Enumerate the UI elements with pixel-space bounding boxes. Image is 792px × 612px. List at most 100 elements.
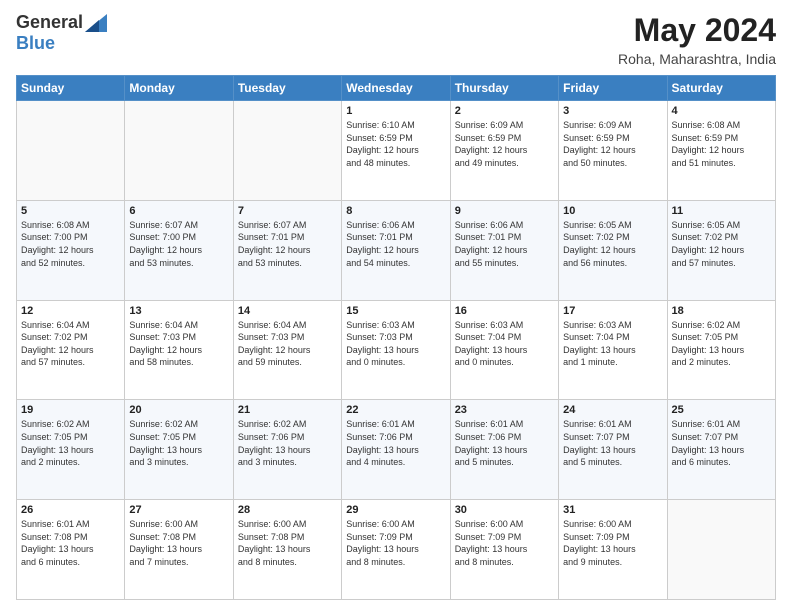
day-number: 30 [455, 504, 554, 516]
logo-general-text: General [16, 12, 83, 33]
day-number: 25 [672, 404, 771, 416]
calendar-cell [17, 101, 125, 201]
calendar-cell: 25 Sunrise: 6:01 AM Sunset: 7:07 PM Dayli… [667, 400, 775, 500]
calendar-table: SundayMondayTuesdayWednesdayThursdayFrid… [16, 75, 776, 600]
day-info: Sunrise: 6:01 AM Sunset: 7:07 PM Dayligh… [672, 418, 771, 468]
calendar-cell: 23 Sunrise: 6:01 AM Sunset: 7:06 PM Dayli… [450, 400, 558, 500]
day-number: 4 [672, 105, 771, 117]
day-info: Sunrise: 6:03 AM Sunset: 7:03 PM Dayligh… [346, 319, 445, 369]
page: General Blue May 2024 Roha, Maharashtra,… [0, 0, 792, 612]
day-number: 5 [21, 205, 120, 217]
calendar-cell: 20 Sunrise: 6:02 AM Sunset: 7:05 PM Dayli… [125, 400, 233, 500]
calendar-cell: 7Sunrise: 6:07 AM Sunset: 7:01 PM Daylig… [233, 200, 341, 300]
calendar-day-header: Wednesday [342, 76, 450, 101]
calendar-cell: 21 Sunrise: 6:02 AM Sunset: 7:06 PM Dayli… [233, 400, 341, 500]
day-info: Sunrise: 6:02 AM Sunset: 7:05 PM Dayligh… [21, 418, 120, 468]
day-info: Sunrise: 6:06 AM Sunset: 7:01 PM Dayligh… [346, 219, 445, 269]
day-info: Sunrise: 6:00 AM Sunset: 7:08 PM Dayligh… [238, 518, 337, 568]
location: Roha, Maharashtra, India [618, 51, 776, 67]
day-number: 21 [238, 404, 337, 416]
day-number: 8 [346, 205, 445, 217]
day-number: 9 [455, 205, 554, 217]
day-info: Sunrise: 6:05 AM Sunset: 7:02 PM Dayligh… [563, 219, 662, 269]
day-info: Sunrise: 6:06 AM Sunset: 7:01 PM Dayligh… [455, 219, 554, 269]
calendar-cell: 17Sunrise: 6:03 AM Sunset: 7:04 PM Dayli… [559, 300, 667, 400]
day-info: Sunrise: 6:01 AM Sunset: 7:08 PM Dayligh… [21, 518, 120, 568]
day-info: Sunrise: 6:04 AM Sunset: 7:03 PM Dayligh… [238, 319, 337, 369]
day-info: Sunrise: 6:04 AM Sunset: 7:02 PM Dayligh… [21, 319, 120, 369]
calendar-cell: 9 Sunrise: 6:06 AM Sunset: 7:01 PM Daylig… [450, 200, 558, 300]
day-info: Sunrise: 6:03 AM Sunset: 7:04 PM Dayligh… [455, 319, 554, 369]
calendar-cell: 8 Sunrise: 6:06 AM Sunset: 7:01 PM Daylig… [342, 200, 450, 300]
day-info: Sunrise: 6:01 AM Sunset: 7:06 PM Dayligh… [346, 418, 445, 468]
day-number: 10 [563, 205, 662, 217]
calendar-cell: 10 Sunrise: 6:05 AM Sunset: 7:02 PM Dayli… [559, 200, 667, 300]
day-info: Sunrise: 6:02 AM Sunset: 7:06 PM Dayligh… [238, 418, 337, 468]
day-number: 29 [346, 504, 445, 516]
calendar-cell: 16 Sunrise: 6:03 AM Sunset: 7:04 PM Dayli… [450, 300, 558, 400]
day-info: Sunrise: 6:08 AM Sunset: 6:59 PM Dayligh… [672, 119, 771, 169]
calendar-week-row: 5Sunrise: 6:08 AM Sunset: 7:00 PM Daylig… [17, 200, 776, 300]
day-number: 26 [21, 504, 120, 516]
day-info: Sunrise: 6:00 AM Sunset: 7:08 PM Dayligh… [129, 518, 228, 568]
day-number: 28 [238, 504, 337, 516]
calendar-cell: 12 Sunrise: 6:04 AM Sunset: 7:02 PM Dayli… [17, 300, 125, 400]
calendar-day-header: Sunday [17, 76, 125, 101]
calendar-cell: 30 Sunrise: 6:00 AM Sunset: 7:09 PM Dayli… [450, 500, 558, 600]
calendar-day-header: Tuesday [233, 76, 341, 101]
calendar-week-row: 12 Sunrise: 6:04 AM Sunset: 7:02 PM Dayli… [17, 300, 776, 400]
day-info: Sunrise: 6:00 AM Sunset: 7:09 PM Dayligh… [346, 518, 445, 568]
calendar-week-row: 1 Sunrise: 6:10 AM Sunset: 6:59 PM Daylig… [17, 101, 776, 201]
day-number: 20 [129, 404, 228, 416]
logo: General Blue [16, 12, 107, 54]
day-info: Sunrise: 6:09 AM Sunset: 6:59 PM Dayligh… [455, 119, 554, 169]
calendar-cell: 19Sunrise: 6:02 AM Sunset: 7:05 PM Dayli… [17, 400, 125, 500]
day-number: 13 [129, 305, 228, 317]
day-info: Sunrise: 6:07 AM Sunset: 7:00 PM Dayligh… [129, 219, 228, 269]
day-number: 31 [563, 504, 662, 516]
day-info: Sunrise: 6:02 AM Sunset: 7:05 PM Dayligh… [129, 418, 228, 468]
calendar-cell: 2 Sunrise: 6:09 AM Sunset: 6:59 PM Daylig… [450, 101, 558, 201]
day-number: 27 [129, 504, 228, 516]
title-block: May 2024 Roha, Maharashtra, India [618, 12, 776, 67]
day-number: 2 [455, 105, 554, 117]
logo-icon [85, 14, 107, 32]
day-number: 14 [238, 305, 337, 317]
day-number: 22 [346, 404, 445, 416]
calendar-cell: 3Sunrise: 6:09 AM Sunset: 6:59 PM Daylig… [559, 101, 667, 201]
calendar-day-header: Monday [125, 76, 233, 101]
calendar-day-header: Saturday [667, 76, 775, 101]
day-number: 24 [563, 404, 662, 416]
header: General Blue May 2024 Roha, Maharashtra,… [16, 12, 776, 67]
calendar-cell: 31 Sunrise: 6:00 AM Sunset: 7:09 PM Dayli… [559, 500, 667, 600]
day-info: Sunrise: 6:03 AM Sunset: 7:04 PM Dayligh… [563, 319, 662, 369]
calendar-cell: 6 Sunrise: 6:07 AM Sunset: 7:00 PM Daylig… [125, 200, 233, 300]
day-number: 12 [21, 305, 120, 317]
day-info: Sunrise: 6:04 AM Sunset: 7:03 PM Dayligh… [129, 319, 228, 369]
day-info: Sunrise: 6:00 AM Sunset: 7:09 PM Dayligh… [455, 518, 554, 568]
day-number: 7 [238, 205, 337, 217]
logo-blue-text: Blue [16, 33, 55, 54]
day-info: Sunrise: 6:01 AM Sunset: 7:06 PM Dayligh… [455, 418, 554, 468]
day-info: Sunrise: 6:10 AM Sunset: 6:59 PM Dayligh… [346, 119, 445, 169]
calendar-day-header: Thursday [450, 76, 558, 101]
day-info: Sunrise: 6:00 AM Sunset: 7:09 PM Dayligh… [563, 518, 662, 568]
calendar-cell [125, 101, 233, 201]
calendar-header-row: SundayMondayTuesdayWednesdayThursdayFrid… [17, 76, 776, 101]
day-info: Sunrise: 6:09 AM Sunset: 6:59 PM Dayligh… [563, 119, 662, 169]
calendar-cell: 14 Sunrise: 6:04 AM Sunset: 7:03 PM Dayli… [233, 300, 341, 400]
day-number: 6 [129, 205, 228, 217]
calendar-cell: 5Sunrise: 6:08 AM Sunset: 7:00 PM Daylig… [17, 200, 125, 300]
calendar-cell: 11Sunrise: 6:05 AM Sunset: 7:02 PM Dayli… [667, 200, 775, 300]
calendar-cell: 24 Sunrise: 6:01 AM Sunset: 7:07 PM Dayli… [559, 400, 667, 500]
day-number: 23 [455, 404, 554, 416]
calendar-cell: 26 Sunrise: 6:01 AM Sunset: 7:08 PM Dayli… [17, 500, 125, 600]
day-number: 1 [346, 105, 445, 117]
day-info: Sunrise: 6:01 AM Sunset: 7:07 PM Dayligh… [563, 418, 662, 468]
calendar-cell: 4 Sunrise: 6:08 AM Sunset: 6:59 PM Daylig… [667, 101, 775, 201]
calendar-cell: 1 Sunrise: 6:10 AM Sunset: 6:59 PM Daylig… [342, 101, 450, 201]
calendar-cell: 22 Sunrise: 6:01 AM Sunset: 7:06 PM Dayli… [342, 400, 450, 500]
calendar-cell: 27 Sunrise: 6:00 AM Sunset: 7:08 PM Dayli… [125, 500, 233, 600]
day-number: 16 [455, 305, 554, 317]
calendar-cell [667, 500, 775, 600]
